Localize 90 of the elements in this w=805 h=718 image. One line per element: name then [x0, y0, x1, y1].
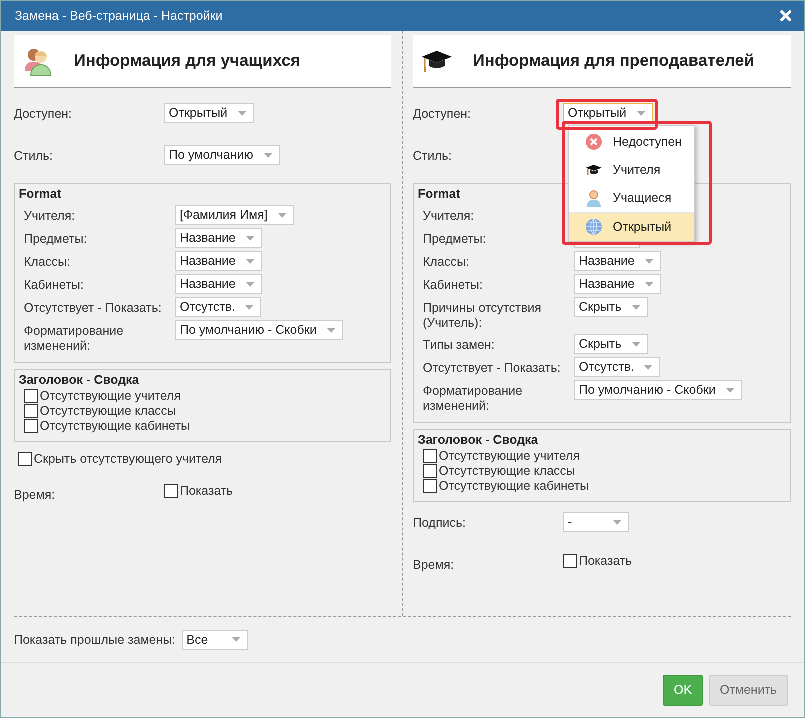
menu-option[interactable]: Учителя	[569, 156, 694, 184]
globe-icon	[585, 218, 603, 236]
dropdown[interactable]: Скрыть	[574, 297, 648, 317]
dropdown[interactable]: Название	[574, 251, 661, 271]
caret-icon	[632, 304, 641, 310]
checkbox[interactable]	[164, 484, 178, 498]
person-icon	[585, 189, 603, 207]
field-label: Причины отсутствия (Учитель):	[422, 300, 542, 331]
dropdown[interactable]: Название	[175, 274, 262, 294]
checkbox-label: Отсутствующие учителя	[40, 389, 181, 403]
checkbox-label: Отсутствующие кабинеты	[439, 479, 590, 493]
checkbox[interactable]	[423, 464, 437, 478]
menu-option[interactable]: Учащиеся	[569, 184, 694, 212]
group-title: Format	[418, 187, 460, 201]
checkbox[interactable]	[24, 404, 38, 418]
dropdown[interactable]: -	[563, 512, 629, 532]
caret-icon	[278, 212, 287, 218]
group-title: Заголовок - Сводка	[19, 373, 140, 387]
caret-icon	[726, 388, 735, 392]
dropdown[interactable]: Все	[182, 630, 248, 650]
field-label: Время:	[14, 487, 56, 503]
field-label: Форматирование изменений:	[23, 323, 125, 354]
dropdown[interactable]: Название	[574, 274, 661, 294]
group-title: Format	[19, 187, 62, 201]
caret-icon	[246, 282, 255, 286]
caret-icon	[636, 110, 646, 116]
dropdown[interactable]: Название	[175, 251, 262, 271]
cancel-button[interactable]: Отменить	[709, 674, 788, 706]
field-label: Кабинеты:	[23, 277, 85, 293]
field-label: Типы замен:	[422, 337, 496, 353]
group-title: Заголовок - Сводка	[418, 433, 538, 447]
field-label: Предметы:	[23, 231, 88, 247]
checkbox-label: Отсутствующие классы	[439, 464, 576, 478]
caret-icon	[644, 258, 654, 264]
section-title: Информация для учащихся	[74, 52, 300, 70]
close-icon[interactable]	[780, 10, 792, 22]
field-label: Время:	[413, 557, 456, 573]
field-label: Доступен:	[413, 106, 472, 122]
caret-icon	[613, 520, 622, 524]
cross-circle-icon	[585, 133, 603, 151]
caret-icon	[264, 152, 273, 158]
field-label: Классы:	[23, 254, 72, 270]
field-label: Отсутствует - Показать:	[23, 300, 163, 316]
section-title: Информация для преподавателей	[473, 52, 754, 70]
field-label: Стиль:	[14, 148, 54, 164]
checkbox[interactable]	[18, 452, 32, 466]
caret-icon	[644, 364, 654, 370]
field-label: Кабинеты:	[422, 277, 484, 293]
field-label: Классы:	[422, 254, 470, 270]
checkbox-label: Отсутствующие кабинеты	[40, 419, 190, 433]
checkbox[interactable]	[423, 479, 437, 493]
checkbox-label: Показать	[579, 554, 632, 568]
dropdown[interactable]: Отсутств.	[175, 297, 262, 317]
checkbox[interactable]	[563, 554, 577, 568]
dropdown[interactable]: По умолчанию - Скобки	[175, 320, 343, 340]
dropdown[interactable]: [Фамилия Имя]	[175, 205, 294, 225]
dropdown[interactable]: Открытый	[164, 103, 254, 123]
dropdown[interactable]: По умолчанию	[164, 145, 280, 165]
checkbox-label: Отсутствующие учителя	[439, 449, 580, 463]
checkbox-label: Скрыть отсутствующего учителя	[34, 452, 222, 466]
field-label: Учителя:	[23, 208, 76, 224]
field-label: Форматирование изменений:	[422, 383, 524, 414]
dropdown[interactable]: Открытый	[563, 103, 653, 123]
caret-icon	[246, 236, 255, 240]
field-label: Учителя:	[422, 208, 476, 224]
field-label: Отсутствует - Показать:	[422, 360, 562, 376]
caret-icon	[246, 258, 255, 264]
caret-icon	[245, 304, 254, 310]
caret-icon	[632, 342, 641, 346]
checkbox[interactable]	[423, 449, 437, 463]
field-label: Подпись:	[413, 515, 467, 531]
caret-icon	[232, 637, 241, 642]
menu-option[interactable]: Открытый	[569, 212, 694, 241]
checkbox-label: Отсутствующие классы	[40, 404, 176, 418]
caret-icon	[644, 282, 654, 286]
caret-icon	[326, 328, 336, 332]
dropdown[interactable]: Название	[175, 228, 262, 248]
field-label: Доступен:	[14, 106, 74, 122]
menu-option[interactable]: Недоступен	[569, 128, 694, 156]
window-title: Замена - Веб-страница - Настройки	[15, 9, 223, 23]
caret-icon	[238, 110, 247, 116]
dropdown[interactable]: Отсутств.	[574, 357, 660, 377]
checkbox[interactable]	[24, 419, 38, 433]
dropdown[interactable]: По умолчанию - Скобки	[574, 380, 742, 400]
dropdown[interactable]: Скрыть	[574, 334, 648, 354]
field-label: Предметы:	[422, 231, 488, 247]
checkbox[interactable]	[24, 389, 38, 403]
field-label: Показать прошлые замены:	[14, 632, 176, 646]
checkbox-label: Показать	[180, 484, 234, 498]
field-label: Стиль:	[413, 148, 454, 164]
